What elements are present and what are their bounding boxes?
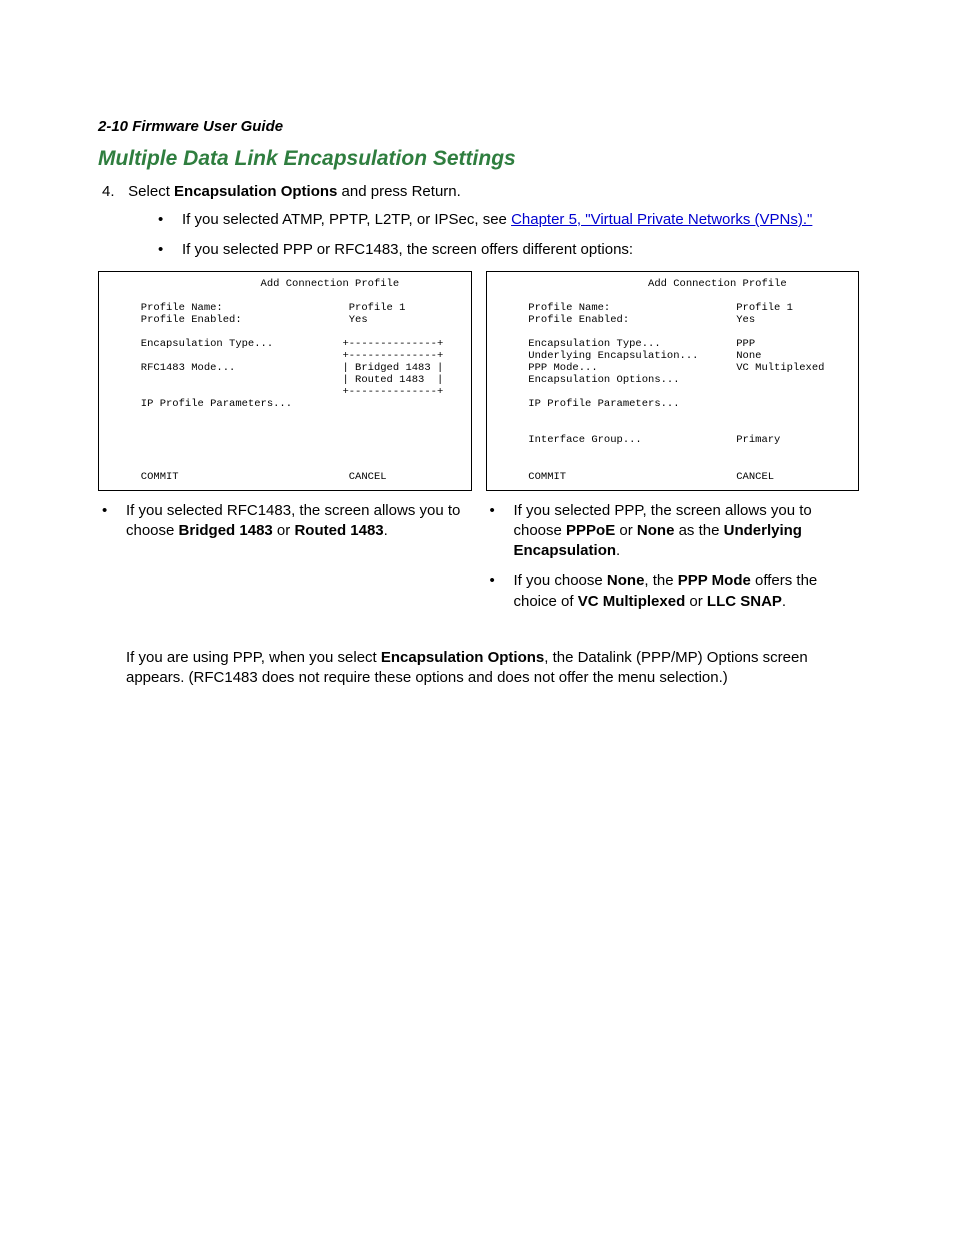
section-title: Multiple Data Link Encapsulation Setting… [98,147,859,171]
bullet-ppp-rfc: If you selected PPP or RFC1483, the scre… [154,240,859,260]
bullet-vpn-pre: If you selected ATMP, PPTP, L2TP, or IPS… [182,211,511,228]
t: Routed 1483 [294,522,383,539]
top-bullet-list: If you selected ATMP, PPTP, L2TP, or IPS… [154,210,859,261]
t: . [782,593,786,610]
t: If you choose [514,572,607,589]
t: If you are using PPP, when you select [126,649,381,666]
step-number: 4. [102,183,124,200]
t: or [685,593,707,610]
step-text-pre: Select [128,183,174,200]
right-column: If you selected PPP, the screen allows y… [486,501,860,622]
page-header: 2-10 Firmware User Guide [98,118,859,135]
step-4: 4. Select Encapsulation Options and pres… [102,183,859,200]
bullet-none-ppp-mode: If you choose None, the PPP Mode offers … [486,571,860,612]
panel-left-rfc1483: Add Connection Profile Profile Name: Pro… [98,271,472,491]
t: or [615,522,637,539]
bullet-rfc1483-choice: If you selected RFC1483, the screen allo… [98,501,472,542]
t: . [616,542,620,559]
bullet-vpn: If you selected ATMP, PPTP, L2TP, or IPS… [154,210,859,230]
t: as the [674,522,723,539]
step-text-post: and press Return. [337,183,460,200]
t: PPP Mode [678,572,751,589]
page: 2-10 Firmware User Guide Multiple Data L… [0,0,954,1235]
t: PPPoE [566,522,615,539]
right-bullet-list: If you selected PPP, the screen allows y… [486,501,860,612]
terminal-panels: Add Connection Profile Profile Name: Pro… [98,271,859,491]
two-column-notes: If you selected RFC1483, the screen allo… [98,501,859,622]
t: or [273,522,295,539]
t: None [637,522,675,539]
panel-right-ppp: Add Connection Profile Profile Name: Pro… [486,271,860,491]
t: . [384,522,388,539]
bullet-ppp-choice: If you selected PPP, the screen allows y… [486,501,860,562]
left-column: If you selected RFC1483, the screen allo… [98,501,472,622]
step-text-bold: Encapsulation Options [174,183,337,200]
link-chapter-5-vpn[interactable]: Chapter 5, "Virtual Private Networks (VP… [511,211,812,228]
closing-paragraph: If you are using PPP, when you select En… [126,648,859,689]
t: LLC SNAP [707,593,782,610]
t: Bridged 1483 [179,522,273,539]
t: None [607,572,645,589]
t: , the [644,572,677,589]
t: Encapsulation Options [381,649,544,666]
t: VC Multiplexed [578,593,686,610]
left-bullet-list: If you selected RFC1483, the screen allo… [98,501,472,542]
